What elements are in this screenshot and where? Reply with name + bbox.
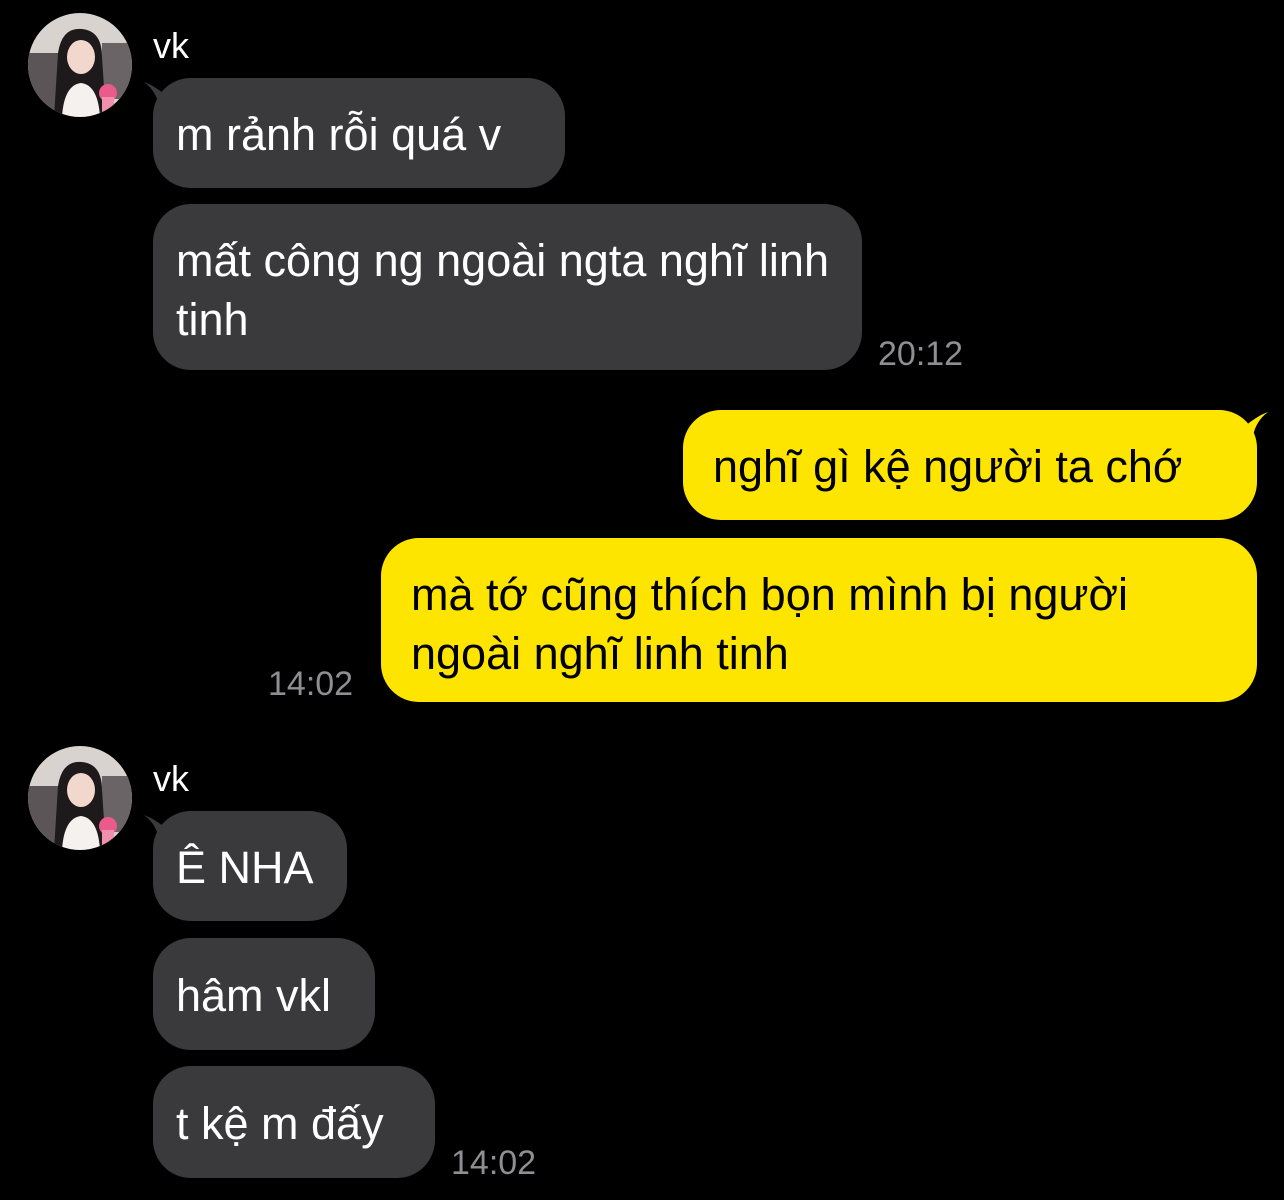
message-bubble-incoming[interactable]: t kệ m đấy [153,1066,435,1178]
sender-name: vk [153,25,189,66]
sender-avatar[interactable] [28,13,132,117]
message-bubble-outgoing[interactable]: mà tớ cũng thích bọn mình bị người ngoài… [381,538,1257,702]
user-avatar-photo-icon [28,746,132,850]
message-bubble-incoming[interactable]: m rảnh rỗi quá v [153,78,565,188]
message-bubble-incoming[interactable]: Ê NHA [153,811,347,921]
message-bubble-outgoing[interactable]: nghĩ gì kệ người ta chớ [683,410,1257,520]
sender-name: vk [153,758,189,799]
message-bubble-incoming[interactable]: hâm vkl [153,938,375,1050]
user-avatar-photo-icon [28,13,132,117]
message-bubble-incoming[interactable]: mất công ng ngoài ngta nghĩ linh tinh [153,204,862,370]
message-timestamp: 20:12 [878,335,964,373]
message-timestamp: 14:02 [268,665,354,703]
sender-avatar[interactable] [28,746,132,850]
message-timestamp: 14:02 [451,1144,537,1182]
